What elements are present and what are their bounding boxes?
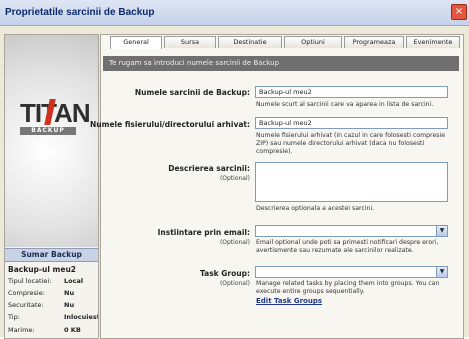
summary-header: Sumar Backup xyxy=(5,248,98,262)
summary-task-name: Backup-ul meu2 xyxy=(8,265,77,274)
task-name-input[interactable]: Backup-ul meu2 xyxy=(255,86,448,98)
task-group-help-2: execute entire groups sequentially. xyxy=(256,288,365,295)
tab-sursa[interactable]: Sursa xyxy=(164,36,216,48)
archive-name-help-1: Numele fisierului arhivat (in cazul in c… xyxy=(256,132,446,139)
email-help-1: Email optional unde poti sa primesti not… xyxy=(256,239,439,246)
task-group-select[interactable]: ▼ xyxy=(255,266,448,278)
summary-key: Tip: xyxy=(8,313,20,321)
task-group-help-1: Manage related tasks by placing them int… xyxy=(256,280,440,287)
description-help: Descrierea optionala a acestei sarcini. xyxy=(256,205,375,212)
logo-subtitle: BACKUP xyxy=(20,127,76,135)
summary-key: Marime: xyxy=(8,326,35,334)
archive-name-help-3: compresie). xyxy=(256,148,293,155)
summary-value: Nu xyxy=(64,301,75,309)
email-select[interactable]: ▼ xyxy=(255,225,448,237)
summary-value: 0 KB xyxy=(64,326,81,334)
summary-key: Securitate: xyxy=(8,301,44,309)
summary-value: Local xyxy=(64,277,84,285)
task-name-label: Numele sarcinii de Backup: xyxy=(134,88,250,97)
edit-task-groups-link[interactable]: Edit Task Groups xyxy=(256,297,322,305)
title-bar: Proprietatile sarcinii de Backup × xyxy=(0,0,469,26)
tab-destinatie[interactable]: Destinatie xyxy=(218,36,282,48)
email-help-2: avertismente sau rezumate ale sarcinilor… xyxy=(256,247,414,254)
instruction-banner: Te rugam sa introduci numele sarcinii de… xyxy=(103,56,459,71)
logo-area: TITAN BACKUP xyxy=(5,35,98,247)
description-optional: (Optional) xyxy=(219,175,250,182)
window-title: Proprietatile sarcinii de Backup xyxy=(5,7,155,18)
left-panel: TITAN BACKUP Sumar Backup Backup-ul meu2… xyxy=(4,34,99,339)
archive-name-input[interactable]: Backup-ul meu2 xyxy=(255,117,448,129)
task-group-label: Task Group: xyxy=(200,269,250,278)
summary-key: Compresie: xyxy=(8,289,45,297)
description-textarea[interactable] xyxy=(255,162,448,202)
chevron-down-icon[interactable]: ▼ xyxy=(436,267,447,277)
summary-value: Inlocuieste xyxy=(64,313,98,321)
tab-optiuni[interactable]: Optiuni xyxy=(284,36,342,48)
tab-programeaza[interactable]: Programeaza xyxy=(344,36,404,48)
task-group-optional: (Optional) xyxy=(219,280,250,287)
close-icon[interactable]: × xyxy=(451,4,467,20)
chevron-down-icon[interactable]: ▼ xyxy=(436,226,447,236)
tab-general[interactable]: General xyxy=(110,36,162,49)
archive-name-help-2: ZIP) sau numele directorului arhivat (da… xyxy=(256,140,425,147)
archive-name-label: Numele fisierului/directorului arhivat: xyxy=(90,120,250,129)
description-label: Descrierea sarcinii: xyxy=(168,164,250,173)
email-label: Instiintare prin email: xyxy=(157,228,250,237)
email-optional: (Optional) xyxy=(219,239,250,246)
tab-evenimente[interactable]: Evenimente xyxy=(406,36,460,48)
summary-key: Tipul locatiei: xyxy=(8,277,52,285)
task-name-help: Numele scurt al sarcinii care va aparea … xyxy=(256,101,434,108)
summary-value: Nu xyxy=(64,289,75,297)
